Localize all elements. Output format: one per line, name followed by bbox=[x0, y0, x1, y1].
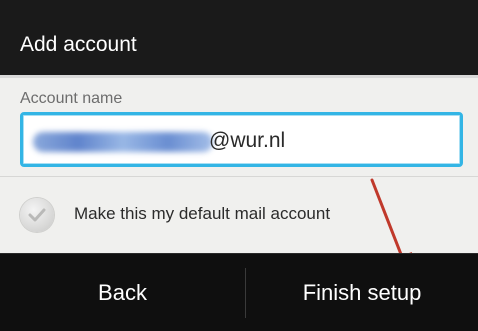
button-bar: Back Finish setup bbox=[0, 253, 478, 331]
finish-setup-button[interactable]: Finish setup bbox=[246, 254, 478, 331]
back-button[interactable]: Back bbox=[0, 254, 245, 331]
